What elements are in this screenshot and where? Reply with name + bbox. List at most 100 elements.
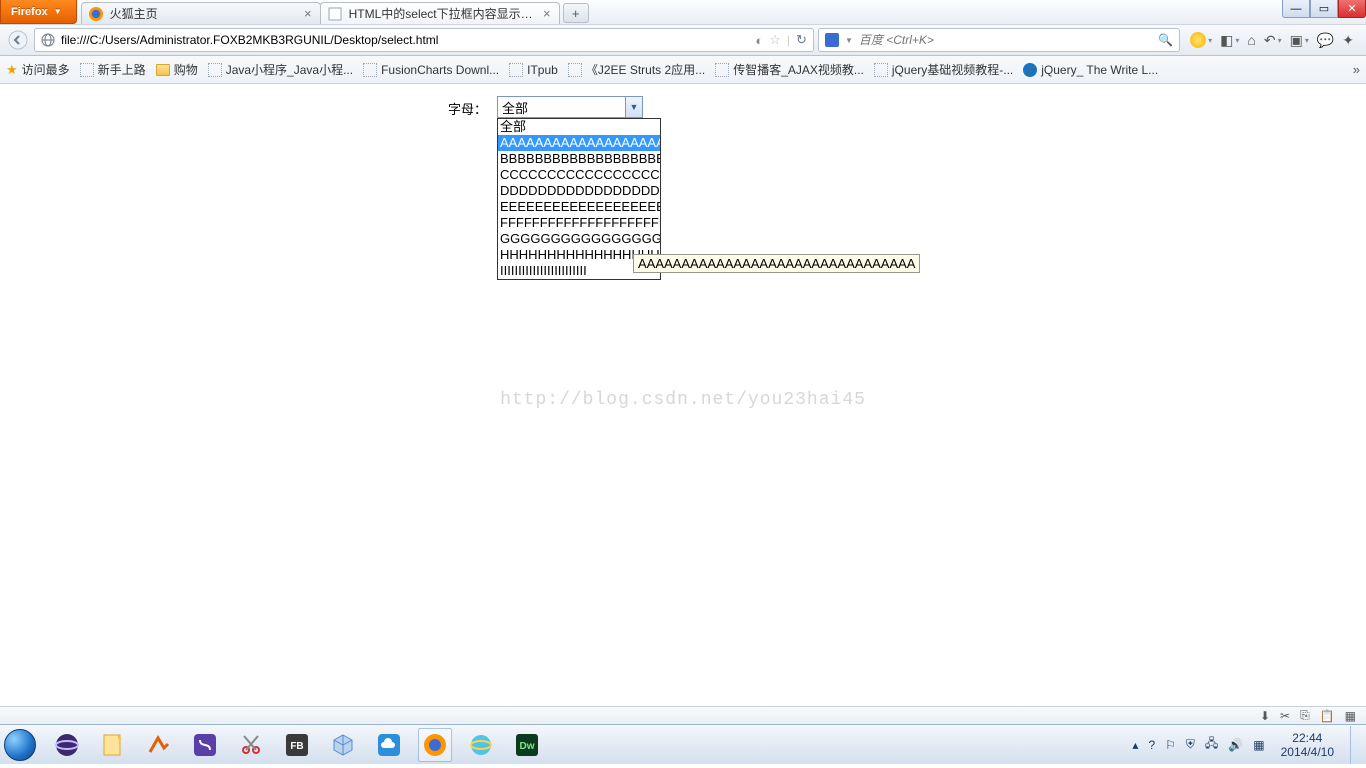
close-icon[interactable]: × xyxy=(541,6,553,21)
taskbar-matlab[interactable] xyxy=(142,728,176,762)
panel-button[interactable]: ▣▾ xyxy=(1290,32,1309,49)
page-content: 字母： 全部 ▼ 全部AAAAAAAAAAAAAAAAAAAAABBBBBBBB… xyxy=(0,84,1366,706)
puzzle-button[interactable]: ✦ xyxy=(1342,32,1354,49)
new-tab-button[interactable]: + xyxy=(563,3,589,23)
search-icon[interactable]: 🔍 xyxy=(1158,33,1173,47)
smiley-button[interactable]: ▾ xyxy=(1190,32,1212,48)
taskbar-app-purple[interactable] xyxy=(188,728,222,762)
reader-icon[interactable]: ◐ xyxy=(755,33,763,48)
bookmark-fusioncharts[interactable]: FusionCharts Downl... xyxy=(363,63,499,77)
taskbar: FB Dw ▴ ? ⚐ ⛨ 🖧 🔊 ▦ 22:44 2014/4/10 xyxy=(0,724,1366,764)
taskbar-snip[interactable] xyxy=(234,728,268,762)
select-option[interactable]: 全部 xyxy=(498,119,660,135)
bookmark-menu-button[interactable]: ◧▾ xyxy=(1220,32,1239,49)
taskbar-cloud[interactable] xyxy=(372,728,406,762)
bookmark-star-icon[interactable]: ☆ xyxy=(769,32,781,48)
cut-icon[interactable]: ✂ xyxy=(1280,709,1290,723)
tab-select-html[interactable]: HTML中的select下拉框内容显示不... × xyxy=(320,2,560,24)
tray-clock[interactable]: 22:44 2014/4/10 xyxy=(1275,731,1340,759)
window-controls: — ▭ ✕ xyxy=(1282,0,1366,18)
maximize-button[interactable]: ▭ xyxy=(1310,0,1338,18)
tray-ime-icon[interactable]: ▦ xyxy=(1253,738,1264,752)
bookmark-jquery[interactable]: jQuery_ The Write L... xyxy=(1023,63,1158,77)
tray-overflow-icon[interactable]: ▴ xyxy=(1132,738,1138,752)
bookmark-label: jQuery_ The Write L... xyxy=(1041,63,1158,77)
select-option[interactable]: DDDDDDDDDDDDDDDDDDDDDDDD xyxy=(498,183,660,199)
bookmark-jquery-video[interactable]: jQuery基础视频教程-... xyxy=(874,61,1013,78)
bookmark-itpub[interactable]: ITpub xyxy=(509,63,558,77)
tab-firefox-home[interactable]: 火狐主页 × xyxy=(81,2,321,24)
minimize-button[interactable]: — xyxy=(1282,0,1310,18)
titlebar: Firefox ▼ 火狐主页 × HTML中的select下拉框内容显示不...… xyxy=(0,0,1366,24)
select-dropdown-button[interactable]: ▼ xyxy=(625,97,642,117)
select-option[interactable]: EEEEEEEEEEEEEEEEEEEEEEEE xyxy=(498,199,660,215)
tray-network-icon[interactable]: 🖧 xyxy=(1205,734,1218,755)
page-icon xyxy=(568,63,582,77)
url-input[interactable] xyxy=(61,30,749,50)
close-icon[interactable]: × xyxy=(302,6,314,21)
select-option[interactable]: BBBBBBBBBBBBBBBBBBBBBBBB xyxy=(498,151,660,167)
svg-text:Dw: Dw xyxy=(520,741,535,752)
select-option[interactable]: GGGGGGGGGGGGGGGGGGGGG xyxy=(498,231,660,247)
search-input[interactable] xyxy=(859,30,1152,50)
page-icon xyxy=(208,63,222,77)
taskbar-firefox[interactable] xyxy=(418,728,452,762)
taskbar-flash[interactable]: FB xyxy=(280,728,314,762)
firefox-menu-button[interactable]: Firefox ▼ xyxy=(0,0,77,24)
bookmark-java[interactable]: Java小程序_Java小程... xyxy=(208,61,353,78)
taskbar-ie[interactable] xyxy=(464,728,498,762)
tray-flag-icon[interactable]: ⚐ xyxy=(1165,738,1176,752)
tab-strip: 火狐主页 × HTML中的select下拉框内容显示不... × + xyxy=(81,0,589,24)
watermark: http://blog.csdn.net/you23hai45 xyxy=(500,390,866,410)
bookmark-label: 传智播客_AJAX视频教... xyxy=(733,61,864,78)
copy-icon[interactable]: ⎘ xyxy=(1300,708,1310,723)
reload-button[interactable]: ↻ xyxy=(796,32,807,48)
windows-orb-icon xyxy=(4,729,36,761)
chevron-down-icon[interactable]: ▼ xyxy=(845,36,853,45)
tooltip: AAAAAAAAAAAAAAAAAAAAAAAAAAAAAAAA xyxy=(633,254,920,273)
select-wrapper: 全部 ▼ 全部AAAAAAAAAAAAAAAAAAAAABBBBBBBBBBBB… xyxy=(497,96,643,118)
tray-shield-icon[interactable]: ⛨ xyxy=(1186,737,1195,752)
tab-label: HTML中的select下拉框内容显示不... xyxy=(349,5,541,22)
bookmark-getting-started[interactable]: 新手上路 xyxy=(80,61,146,78)
select-box[interactable]: 全部 ▼ xyxy=(497,96,643,118)
chevron-down-icon: ▼ xyxy=(54,7,62,16)
page-icon xyxy=(874,63,888,77)
select-option[interactable]: AAAAAAAAAAAAAAAAAAAAA xyxy=(498,135,660,151)
grid-icon[interactable]: ▦ xyxy=(1345,709,1356,723)
bookmark-ajax[interactable]: 传智播客_AJAX视频教... xyxy=(715,61,864,78)
back-button[interactable] xyxy=(6,28,30,52)
folder-icon xyxy=(156,64,170,76)
page-icon xyxy=(327,6,343,22)
close-button[interactable]: ✕ xyxy=(1338,0,1366,18)
tray-date: 2014/4/10 xyxy=(1281,745,1334,759)
taskbar-notepad[interactable] xyxy=(96,728,130,762)
tray-volume-icon[interactable]: 🔊 xyxy=(1228,738,1243,752)
home-button[interactable]: ⌂ xyxy=(1247,32,1255,48)
separator: | xyxy=(787,33,790,47)
form-row: 字母： 全部 ▼ 全部AAAAAAAAAAAAAAAAAAAAABBBBBBBB… xyxy=(448,96,643,118)
bookmark-label: 访问最多 xyxy=(22,61,70,78)
bookmarks-overflow-button[interactable]: » xyxy=(1353,62,1360,77)
taskbar-eclipse[interactable] xyxy=(50,728,84,762)
bookmark-shopping[interactable]: 购物 xyxy=(156,61,198,78)
taskbar-dreamweaver[interactable]: Dw xyxy=(510,728,544,762)
bookmark-label: 《J2EE Struts 2应用... xyxy=(586,61,705,78)
bookmark-label: 新手上路 xyxy=(98,61,146,78)
search-bar[interactable]: ▼ 🔍 xyxy=(818,28,1180,52)
select-option[interactable]: FFFFFFFFFFFFFFFFFFFFFFFF xyxy=(498,215,660,231)
download-icon[interactable]: ⬇ xyxy=(1260,709,1270,723)
bookmark-j2ee[interactable]: 《J2EE Struts 2应用... xyxy=(568,61,705,78)
tray-help-icon[interactable]: ? xyxy=(1148,738,1155,752)
bookmark-label: 购物 xyxy=(174,61,198,78)
address-bar[interactable]: ◐ ☆ | ↻ xyxy=(34,28,814,52)
bookmark-most-visited[interactable]: ★访问最多 xyxy=(6,61,70,78)
start-button[interactable] xyxy=(0,725,40,765)
undo-button[interactable]: ↶▾ xyxy=(1264,32,1282,49)
taskbar-cube[interactable] xyxy=(326,728,360,762)
paste-icon[interactable]: 📋 xyxy=(1320,709,1335,723)
show-desktop-button[interactable] xyxy=(1350,726,1360,764)
select-option[interactable]: CCCCCCCCCCCCCCCCCCCCCCCC xyxy=(498,167,660,183)
chat-button[interactable]: 💬 xyxy=(1317,32,1334,49)
bookmark-label: jQuery基础视频教程-... xyxy=(892,61,1013,78)
